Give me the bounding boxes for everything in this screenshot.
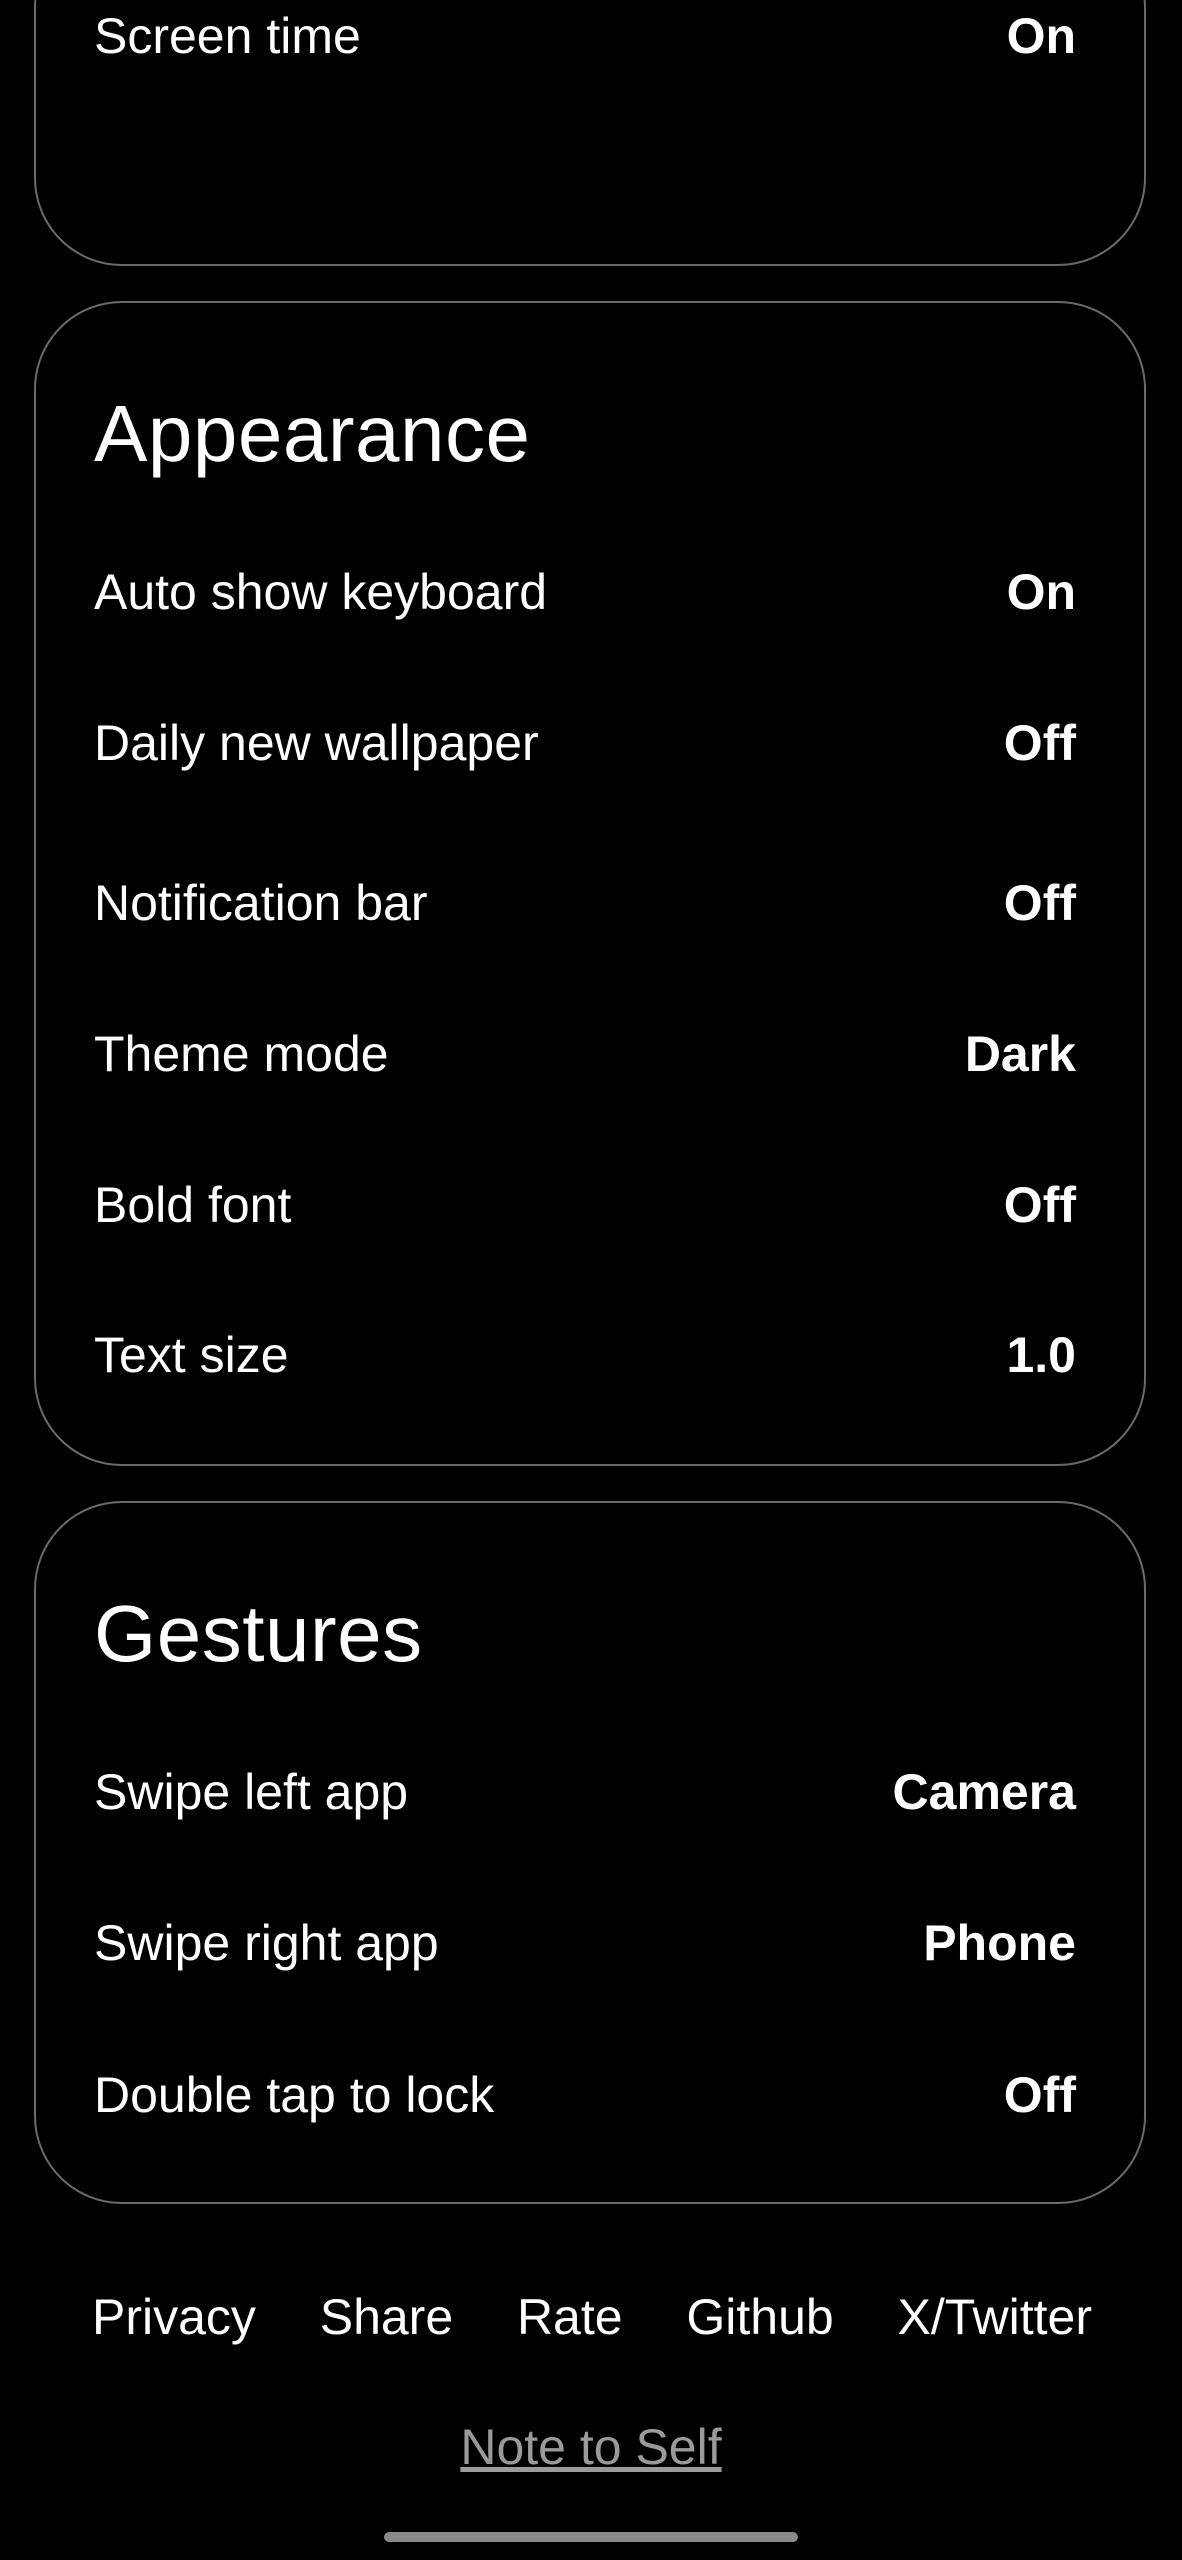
theme-mode-row[interactable]: Theme mode Dark: [94, 1014, 1076, 1094]
swipe-left-app-row[interactable]: Swipe left app Camera: [94, 1752, 1076, 1832]
daily-new-wallpaper-value: Off: [1003, 715, 1076, 771]
theme-mode-value: Dark: [964, 1026, 1076, 1082]
note-to-self-link[interactable]: Note to Self: [0, 2418, 1182, 2476]
footer-links: Privacy Share Rate Github X/Twitter: [92, 2288, 1092, 2346]
share-link[interactable]: Share: [320, 2288, 453, 2346]
screen-time-value: On: [1006, 8, 1076, 64]
double-tap-to-lock-row[interactable]: Double tap to lock Off: [94, 2055, 1076, 2135]
screen-time-row[interactable]: Screen time On: [94, 0, 1076, 76]
appearance-card: Appearance Auto show keyboard On Daily n…: [34, 301, 1146, 1466]
appearance-title: Appearance: [94, 389, 531, 478]
auto-show-keyboard-label: Auto show keyboard: [94, 564, 548, 620]
bold-font-value: Off: [1003, 1177, 1076, 1233]
notification-bar-value: Off: [1003, 875, 1076, 931]
swipe-left-app-label: Swipe left app: [94, 1764, 409, 1820]
daily-new-wallpaper-label: Daily new wallpaper: [94, 715, 539, 771]
privacy-link[interactable]: Privacy: [92, 2288, 256, 2346]
swipe-right-app-label: Swipe right app: [94, 1915, 439, 1971]
wellbeing-card: Screen time On: [34, 0, 1146, 266]
x-twitter-link[interactable]: X/Twitter: [898, 2288, 1092, 2346]
gestures-title: Gestures: [94, 1589, 423, 1678]
notification-bar-row[interactable]: Notification bar Off: [94, 863, 1076, 943]
daily-new-wallpaper-row[interactable]: Daily new wallpaper Off: [94, 703, 1076, 783]
double-tap-to-lock-value: Off: [1003, 2067, 1076, 2123]
rate-link[interactable]: Rate: [517, 2288, 623, 2346]
theme-mode-label: Theme mode: [94, 1026, 389, 1082]
github-link[interactable]: Github: [686, 2288, 833, 2346]
home-indicator[interactable]: [384, 2532, 798, 2542]
swipe-right-app-row[interactable]: Swipe right app Phone: [94, 1903, 1076, 1983]
gestures-card: Gestures Swipe left app Camera Swipe rig…: [34, 1501, 1146, 2204]
auto-show-keyboard-value: On: [1006, 564, 1076, 620]
notification-bar-label: Notification bar: [94, 875, 428, 931]
bold-font-label: Bold font: [94, 1177, 292, 1233]
double-tap-to-lock-label: Double tap to lock: [94, 2067, 495, 2123]
text-size-label: Text size: [94, 1327, 289, 1383]
screen-time-label: Screen time: [94, 8, 361, 64]
swipe-left-app-value: Camera: [892, 1764, 1076, 1820]
bold-font-row[interactable]: Bold font Off: [94, 1165, 1076, 1245]
auto-show-keyboard-row[interactable]: Auto show keyboard On: [94, 552, 1076, 632]
swipe-right-app-value: Phone: [923, 1915, 1076, 1971]
text-size-value: 1.0: [1006, 1327, 1076, 1383]
text-size-row[interactable]: Text size 1.0: [94, 1315, 1076, 1395]
